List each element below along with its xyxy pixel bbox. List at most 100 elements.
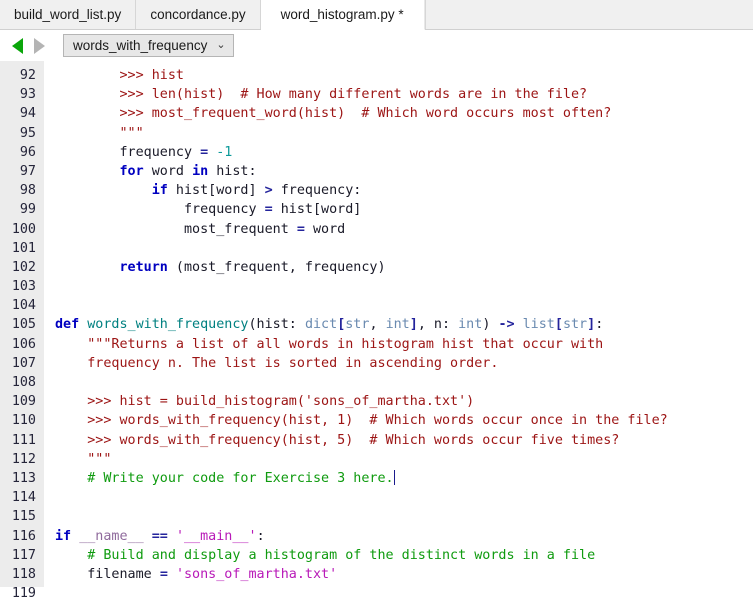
line-number: 104 — [11, 298, 36, 314]
code-line[interactable] — [55, 488, 753, 507]
code-token: dict — [304, 317, 338, 333]
tab-concordance[interactable]: concordance.py — [136, 0, 261, 29]
code-token: > — [264, 183, 273, 199]
code-line[interactable]: frequency = -1 — [55, 143, 753, 162]
code-line[interactable]: >>> hist — [55, 66, 753, 85]
line-number: 108 — [11, 375, 36, 390]
code-line[interactable]: >>> len(hist) # How many different words… — [55, 85, 753, 104]
code-token: return — [119, 259, 168, 275]
code-token: ] — [409, 317, 418, 333]
code-token: frequency — [55, 144, 201, 160]
line-number: 101 — [11, 240, 36, 256]
line-number: 115 — [11, 509, 36, 525]
code-token: filename — [55, 566, 160, 582]
code-token: frequency — [55, 202, 265, 218]
code-token: if — [151, 183, 168, 199]
tab-build-word-list[interactable]: build_word_list.py — [0, 0, 137, 29]
code-line[interactable] — [55, 373, 753, 392]
code-token: -1 — [216, 144, 233, 160]
scope-selector-dropdown[interactable]: words_with_frequency ⌄ — [63, 34, 234, 57]
code-line[interactable] — [55, 507, 753, 526]
code-token: >>> most_frequent_word(hist) # Which wor… — [119, 106, 612, 122]
code-line[interactable]: most_frequent = word — [55, 220, 753, 239]
code-token: frequency: — [272, 183, 362, 199]
code-line[interactable]: """Returns a list of all words in histog… — [55, 335, 753, 354]
forward-button[interactable] — [28, 35, 50, 57]
code-line[interactable]: """ — [55, 450, 753, 469]
code-text-area[interactable]: >>> hist >>> len(hist) # How many differ… — [44, 61, 753, 587]
code-line[interactable] — [55, 239, 753, 258]
line-number: 118 — [11, 566, 36, 582]
code-line[interactable]: >>> words_with_frequency(hist, 1) # Whic… — [55, 411, 753, 430]
code-line[interactable]: for word in hist: — [55, 162, 753, 181]
line-number: 92 — [19, 68, 36, 83]
scope-selector-value: words_with_frequency — [73, 38, 208, 53]
line-number: 99 — [19, 202, 36, 218]
code-token: (hist: — [248, 317, 305, 333]
code-editor[interactable]: 92 93 94 95 96 97 98 99 100 101 102 103 104 105 106 107… — [0, 61, 753, 601]
code-token: str — [562, 317, 588, 333]
code-token: def — [55, 317, 80, 333]
code-line[interactable] — [55, 296, 753, 315]
code-line[interactable]: if __name__ == '__main__': — [55, 527, 753, 546]
code-line[interactable]: # Write your code for Exercise 3 here. — [55, 469, 753, 488]
code-line[interactable]: filename = 'sons_of_martha.txt' — [55, 565, 753, 584]
code-line[interactable]: # Build and display a histogram of the d… — [55, 546, 753, 565]
tab-label: build_word_list.py — [14, 7, 122, 22]
code-token: >>> hist = build_histogram('sons_of_mart… — [87, 394, 475, 410]
code-token: == — [151, 528, 168, 544]
code-token: # Build and display a histogram of the d… — [87, 547, 596, 563]
code-token: , n: — [417, 317, 459, 333]
code-token: word — [143, 163, 193, 179]
line-number-gutter: 92 93 94 95 96 97 98 99 100 101 102 103 104 105 106 107… — [0, 61, 44, 601]
code-token: [ — [554, 317, 563, 333]
code-token: str — [345, 317, 370, 333]
code-token: __name__ — [79, 528, 144, 544]
code-line[interactable]: if hist[word] > frequency: — [55, 181, 753, 200]
code-line[interactable]: >>> words_with_frequency(hist, 5) # Whic… — [55, 431, 753, 450]
code-token: for — [119, 163, 144, 179]
code-token: 'sons_of_martha.txt' — [175, 566, 338, 582]
back-button[interactable] — [6, 35, 28, 57]
code-line[interactable]: """ — [55, 124, 753, 143]
triangle-right-icon — [33, 37, 45, 54]
line-number: 107 — [11, 355, 36, 371]
line-number: 114 — [11, 490, 36, 506]
code-line[interactable]: return (most_frequent, frequency) — [55, 258, 753, 277]
line-number: 97 — [19, 163, 36, 179]
line-number: 96 — [19, 144, 36, 160]
code-token: : — [256, 528, 265, 544]
line-number: 105 — [11, 317, 36, 333]
code-line[interactable]: >>> hist = build_histogram('sons_of_mart… — [55, 392, 753, 411]
line-number: 110 — [11, 413, 36, 429]
code-line[interactable]: frequency n. The list is sorted in ascen… — [55, 354, 753, 373]
code-token: int — [458, 317, 483, 333]
code-token: """ — [87, 451, 112, 467]
code-token: ] — [587, 317, 596, 333]
code-line[interactable] — [55, 277, 753, 296]
code-line[interactable]: def words_with_frequency(hist: dict[str,… — [55, 315, 753, 334]
code-line[interactable]: frequency = hist[word] — [55, 200, 753, 219]
code-token: # Write your code for Exercise 3 here. — [87, 470, 394, 486]
tab-word-histogram[interactable]: word_histogram.py * — [260, 0, 425, 30]
code-line[interactable]: >>> most_frequent_word(hist) # Which wor… — [55, 104, 753, 123]
chevron-down-icon: ⌄ — [216, 39, 226, 51]
code-token: if — [55, 528, 72, 544]
code-token: hist[word] — [167, 183, 265, 199]
code-token: -> — [498, 317, 515, 333]
code-token: = — [264, 202, 273, 218]
